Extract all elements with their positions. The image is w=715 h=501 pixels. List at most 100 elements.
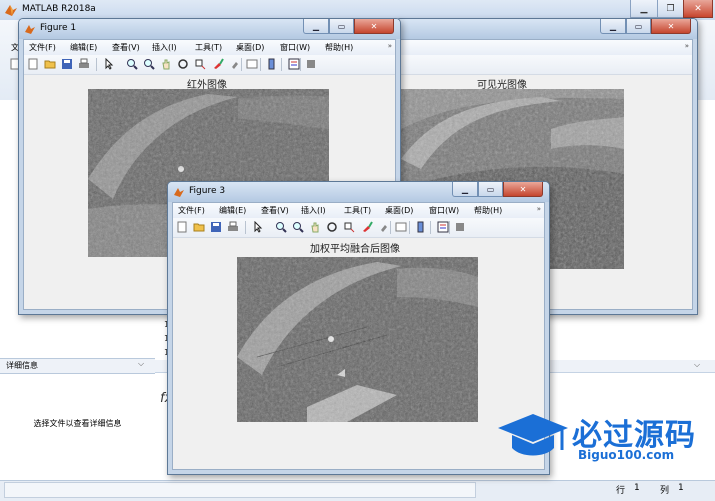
show-plot-tools-icon[interactable] — [305, 58, 317, 70]
close-button[interactable]: ✕ — [683, 0, 713, 18]
row-label: 行 — [616, 486, 626, 496]
toolbar-separator — [449, 221, 450, 234]
fused-image — [237, 257, 478, 422]
edit-plot-icon[interactable] — [252, 221, 264, 233]
colorbar-icon[interactable] — [395, 221, 407, 233]
minimize-button[interactable]: ▁ — [303, 19, 329, 34]
rotate-3d-icon[interactable] — [177, 58, 189, 70]
pan-icon[interactable] — [309, 221, 321, 233]
axes-title: 加权平均融合后图像 — [310, 244, 400, 255]
menu-item[interactable]: 文件(F) — [29, 42, 56, 53]
matlab-logo-icon — [5, 5, 17, 16]
zoom-out-icon[interactable] — [143, 58, 155, 70]
col-label: 列 — [660, 486, 670, 496]
figure-menubar: 文件(F) 编辑(E) 查看(V) 插入(I) 工具(T) 桌面(D) 窗口(W) 帮助(H)… — [173, 203, 544, 219]
maximize-button[interactable]: ▭ — [329, 19, 354, 34]
menu-item[interactable]: 查看(V) — [112, 42, 140, 53]
figure-title: Figure 1 — [40, 23, 77, 33]
brush-icon[interactable] — [212, 58, 224, 70]
maximize-button[interactable]: ▭ — [626, 19, 651, 34]
menu-item[interactable]: 帮助(H) — [325, 42, 353, 53]
menu-item[interactable]: 工具(T) — [195, 42, 222, 53]
close-button[interactable]: ✕ — [651, 19, 691, 34]
new-figure-icon[interactable] — [27, 58, 39, 70]
save-icon[interactable] — [61, 58, 73, 70]
toolbar-separator — [281, 58, 282, 71]
menu-item[interactable]: 窗口(W) — [280, 42, 310, 53]
details-message: 选择文件以查看详细信息 — [33, 419, 122, 428]
figure-window-3[interactable]: Figure 3 ▁ ▭ ✕ 文件(F) 编辑(E) 查看(V) 插入(I) 工具(T)… — [167, 181, 550, 475]
maximize-button[interactable]: ▭ — [478, 182, 503, 197]
hide-plot-tools-icon[interactable] — [437, 221, 449, 233]
figure-toolbar — [173, 218, 544, 238]
menubar-overflow-icon[interactable]: » — [388, 42, 392, 50]
link-plot-icon[interactable] — [378, 221, 390, 233]
figure-menubar: 文件(F) 编辑(E) 查看(V) 插入(I) 工具(T) 桌面(D) 窗口(W) 帮助(H)… — [24, 40, 395, 56]
menu-item[interactable]: 文件(F) — [178, 205, 205, 216]
minimize-button[interactable]: ▁ — [630, 0, 658, 18]
col-value: 1 — [678, 483, 684, 493]
minimize-button[interactable]: ▁ — [600, 19, 626, 34]
close-button[interactable]: ✕ — [354, 19, 394, 34]
menubar-overflow-icon[interactable]: » — [685, 42, 689, 50]
status-message-box — [4, 482, 476, 498]
data-cursor-icon[interactable] — [194, 58, 206, 70]
figure-titlebar[interactable]: Figure 1 ▁ ▭ ✕ — [19, 19, 400, 39]
pan-icon[interactable] — [160, 58, 172, 70]
menu-item[interactable]: 查看(V) — [261, 205, 289, 216]
new-figure-icon[interactable] — [176, 221, 188, 233]
zoom-out-icon[interactable] — [292, 221, 304, 233]
menu-item[interactable]: 编辑(E) — [70, 42, 97, 53]
toolbar-separator — [260, 58, 261, 71]
minimize-button[interactable]: ▁ — [452, 182, 478, 197]
toolbar-separator — [245, 221, 246, 234]
close-button[interactable]: ✕ — [503, 182, 543, 197]
legend-icon[interactable] — [415, 221, 427, 233]
restore-button[interactable]: ❐ — [657, 0, 684, 18]
figure-title: Figure 3 — [189, 186, 226, 196]
rotate-3d-icon[interactable] — [326, 221, 338, 233]
menu-item[interactable]: 桌面(D) — [385, 205, 413, 216]
row-value: 1 — [634, 483, 640, 493]
figure-canvas: 加权平均融合后图像 — [173, 238, 544, 469]
colorbar-icon[interactable] — [246, 58, 258, 70]
figure-titlebar[interactable]: Figure 3 ▁ ▭ ✕ — [168, 182, 549, 202]
menu-item[interactable]: 插入(I) — [152, 42, 177, 53]
toolbar-separator — [241, 58, 242, 71]
watermark-url: Biguo100.com — [578, 448, 675, 462]
link-plot-icon[interactable] — [229, 58, 241, 70]
menu-item[interactable]: 插入(I) — [301, 205, 326, 216]
chevron-down-icon[interactable]: ⌵ — [694, 360, 700, 370]
figure-titlebar[interactable]: ▁ ▭ ✕ — [396, 19, 697, 39]
toolbar-separator — [409, 221, 410, 234]
edit-plot-icon[interactable] — [103, 58, 115, 70]
toolbar-separator — [390, 221, 391, 234]
legend-icon[interactable] — [266, 58, 278, 70]
open-file-icon[interactable] — [193, 221, 205, 233]
menu-item[interactable]: 工具(T) — [344, 205, 371, 216]
matlab-window-title: MATLAB R2018a — [22, 4, 96, 14]
zoom-in-icon[interactable] — [126, 58, 138, 70]
figure-toolbar — [24, 55, 395, 75]
hide-plot-tools-icon[interactable] — [288, 58, 300, 70]
open-file-icon[interactable] — [44, 58, 56, 70]
menu-item[interactable]: 桌面(D) — [236, 42, 264, 53]
brush-icon[interactable] — [361, 221, 373, 233]
chevron-down-icon[interactable]: ⌵ — [138, 359, 144, 369]
details-title: 详细信息 — [6, 361, 38, 370]
menu-item[interactable]: 编辑(E) — [219, 205, 246, 216]
menu-item[interactable]: 帮助(H) — [474, 205, 502, 216]
data-cursor-icon[interactable] — [343, 221, 355, 233]
save-icon[interactable] — [210, 221, 222, 233]
print-icon[interactable] — [78, 58, 90, 70]
menubar-overflow-icon[interactable]: » — [537, 205, 541, 213]
show-plot-tools-icon[interactable] — [454, 221, 466, 233]
restore-icon: ❐ — [666, 3, 675, 14]
minimize-icon: ▁ — [640, 3, 648, 14]
figure-toolbar — [10, 55, 692, 75]
menu-item[interactable]: 窗口(W) — [429, 205, 459, 216]
print-icon[interactable] — [227, 221, 239, 233]
toolbar-separator — [430, 221, 431, 234]
zoom-in-icon[interactable] — [275, 221, 287, 233]
graduation-cap-icon — [498, 414, 568, 456]
